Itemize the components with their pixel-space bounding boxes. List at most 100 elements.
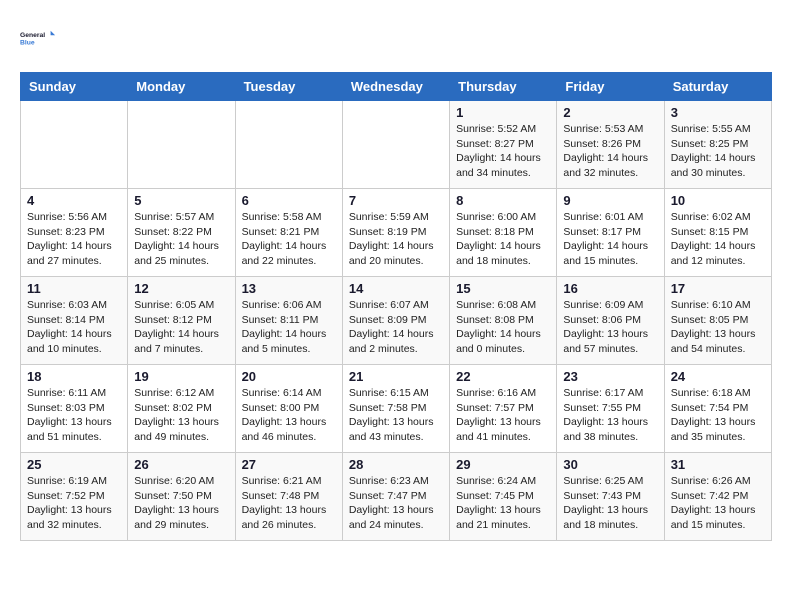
col-header-wednesday: Wednesday <box>342 73 449 101</box>
calendar-table: SundayMondayTuesdayWednesdayThursdayFrid… <box>20 72 772 541</box>
day-cell: 3 Sunrise: 5:55 AMSunset: 8:25 PMDaylight… <box>664 101 771 189</box>
header-row: SundayMondayTuesdayWednesdayThursdayFrid… <box>21 73 772 101</box>
day-cell: 10Sunrise: 6:02 AMSunset: 8:15 PMDayligh… <box>664 189 771 277</box>
day-cell: 15 Sunrise: 6:08 AMSunset: 8:08 PMDayligh… <box>450 277 557 365</box>
day-info: Sunrise: 6:07 AMSunset: 8:09 PMDaylight:… <box>349 298 443 357</box>
col-header-thursday: Thursday <box>450 73 557 101</box>
day-number: 2 <box>563 105 657 120</box>
day-info: Sunrise: 6:01 AMSunset: 8:17 PMDaylight:… <box>563 210 657 269</box>
day-info: Sunrise: 6:10 AMSunset: 8:05 PMDaylight:… <box>671 298 765 357</box>
week-row-5: 25 Sunrise: 6:19 AMSunset: 7:52 PMDayligh… <box>21 453 772 541</box>
day-info: Sunrise: 5:57 AMSunset: 8:22 PMDaylight:… <box>134 210 228 269</box>
day-cell: 5 Sunrise: 5:57 AMSunset: 8:22 PMDaylight… <box>128 189 235 277</box>
logo-icon: GeneralBlue <box>20 20 56 56</box>
day-info: Sunrise: 6:21 AMSunset: 7:48 PMDaylight:… <box>242 474 336 533</box>
svg-text:Blue: Blue <box>20 39 35 46</box>
day-number: 8 <box>456 193 550 208</box>
day-info: Sunrise: 6:05 AMSunset: 8:12 PMDaylight:… <box>134 298 228 357</box>
day-number: 13 <box>242 281 336 296</box>
col-header-friday: Friday <box>557 73 664 101</box>
day-cell: 9 Sunrise: 6:01 AMSunset: 8:17 PMDaylight… <box>557 189 664 277</box>
day-info: Sunrise: 6:03 AMSunset: 8:14 PMDaylight:… <box>27 298 121 357</box>
day-number: 26 <box>134 457 228 472</box>
day-number: 5 <box>134 193 228 208</box>
day-cell: 1Sunrise: 5:52 AMSunset: 8:27 PMDaylight… <box>450 101 557 189</box>
day-number: 4 <box>27 193 121 208</box>
day-cell <box>128 101 235 189</box>
day-number: 11 <box>27 281 121 296</box>
day-info: Sunrise: 5:55 AMSunset: 8:25 PMDaylight:… <box>671 122 765 181</box>
day-number: 24 <box>671 369 765 384</box>
day-number: 17 <box>671 281 765 296</box>
col-header-saturday: Saturday <box>664 73 771 101</box>
day-number: 27 <box>242 457 336 472</box>
day-number: 23 <box>563 369 657 384</box>
day-cell: 27 Sunrise: 6:21 AMSunset: 7:48 PMDayligh… <box>235 453 342 541</box>
day-cell: 13 Sunrise: 6:06 AMSunset: 8:11 PMDayligh… <box>235 277 342 365</box>
day-number: 31 <box>671 457 765 472</box>
day-number: 22 <box>456 369 550 384</box>
logo: GeneralBlue <box>20 20 56 56</box>
day-number: 21 <box>349 369 443 384</box>
day-cell: 11 Sunrise: 6:03 AMSunset: 8:14 PMDayligh… <box>21 277 128 365</box>
day-number: 28 <box>349 457 443 472</box>
day-number: 7 <box>349 193 443 208</box>
day-cell: 19 Sunrise: 6:12 AMSunset: 8:02 PMDayligh… <box>128 365 235 453</box>
day-info: Sunrise: 6:23 AMSunset: 7:47 PMDaylight:… <box>349 474 443 533</box>
day-info: Sunrise: 6:24 AMSunset: 7:45 PMDaylight:… <box>456 474 550 533</box>
col-header-tuesday: Tuesday <box>235 73 342 101</box>
day-cell <box>235 101 342 189</box>
day-number: 15 <box>456 281 550 296</box>
day-cell <box>342 101 449 189</box>
day-number: 10 <box>671 193 765 208</box>
day-cell: 28 Sunrise: 6:23 AMSunset: 7:47 PMDayligh… <box>342 453 449 541</box>
day-cell: 22Sunrise: 6:16 AMSunset: 7:57 PMDayligh… <box>450 365 557 453</box>
day-cell: 14 Sunrise: 6:07 AMSunset: 8:09 PMDayligh… <box>342 277 449 365</box>
day-cell: 12 Sunrise: 6:05 AMSunset: 8:12 PMDayligh… <box>128 277 235 365</box>
day-info: Sunrise: 6:06 AMSunset: 8:11 PMDaylight:… <box>242 298 336 357</box>
day-info: Sunrise: 6:09 AMSunset: 8:06 PMDaylight:… <box>563 298 657 357</box>
day-number: 3 <box>671 105 765 120</box>
day-cell: 31 Sunrise: 6:26 AMSunset: 7:42 PMDayligh… <box>664 453 771 541</box>
day-info: Sunrise: 6:26 AMSunset: 7:42 PMDaylight:… <box>671 474 765 533</box>
day-info: Sunrise: 5:52 AMSunset: 8:27 PMDaylight:… <box>456 122 550 181</box>
day-info: Sunrise: 6:12 AMSunset: 8:02 PMDaylight:… <box>134 386 228 445</box>
day-cell: 8 Sunrise: 6:00 AMSunset: 8:18 PMDaylight… <box>450 189 557 277</box>
day-info: Sunrise: 6:19 AMSunset: 7:52 PMDaylight:… <box>27 474 121 533</box>
page-header: GeneralBlue <box>20 20 772 56</box>
day-cell: 21Sunrise: 6:15 AMSunset: 7:58 PMDayligh… <box>342 365 449 453</box>
day-info: Sunrise: 6:20 AMSunset: 7:50 PMDaylight:… <box>134 474 228 533</box>
day-cell: 24Sunrise: 6:18 AMSunset: 7:54 PMDayligh… <box>664 365 771 453</box>
svg-text:General: General <box>20 32 45 39</box>
day-number: 19 <box>134 369 228 384</box>
day-number: 16 <box>563 281 657 296</box>
day-cell: 26 Sunrise: 6:20 AMSunset: 7:50 PMDayligh… <box>128 453 235 541</box>
day-number: 6 <box>242 193 336 208</box>
day-number: 20 <box>242 369 336 384</box>
day-number: 29 <box>456 457 550 472</box>
day-info: Sunrise: 6:00 AMSunset: 8:18 PMDaylight:… <box>456 210 550 269</box>
day-number: 18 <box>27 369 121 384</box>
week-row-2: 4 Sunrise: 5:56 AMSunset: 8:23 PMDaylight… <box>21 189 772 277</box>
day-number: 30 <box>563 457 657 472</box>
day-info: Sunrise: 5:56 AMSunset: 8:23 PMDaylight:… <box>27 210 121 269</box>
day-number: 25 <box>27 457 121 472</box>
day-info: Sunrise: 5:58 AMSunset: 8:21 PMDaylight:… <box>242 210 336 269</box>
day-number: 14 <box>349 281 443 296</box>
day-cell: 2 Sunrise: 5:53 AMSunset: 8:26 PMDaylight… <box>557 101 664 189</box>
day-cell: 6 Sunrise: 5:58 AMSunset: 8:21 PMDaylight… <box>235 189 342 277</box>
day-cell: 17 Sunrise: 6:10 AMSunset: 8:05 PMDayligh… <box>664 277 771 365</box>
week-row-4: 18Sunrise: 6:11 AMSunset: 8:03 PMDayligh… <box>21 365 772 453</box>
col-header-sunday: Sunday <box>21 73 128 101</box>
week-row-1: 1Sunrise: 5:52 AMSunset: 8:27 PMDaylight… <box>21 101 772 189</box>
day-info: Sunrise: 6:08 AMSunset: 8:08 PMDaylight:… <box>456 298 550 357</box>
day-number: 12 <box>134 281 228 296</box>
day-info: Sunrise: 5:59 AMSunset: 8:19 PMDaylight:… <box>349 210 443 269</box>
week-row-3: 11 Sunrise: 6:03 AMSunset: 8:14 PMDayligh… <box>21 277 772 365</box>
day-number: 9 <box>563 193 657 208</box>
day-cell: 18Sunrise: 6:11 AMSunset: 8:03 PMDayligh… <box>21 365 128 453</box>
day-cell: 25 Sunrise: 6:19 AMSunset: 7:52 PMDayligh… <box>21 453 128 541</box>
day-info: Sunrise: 5:53 AMSunset: 8:26 PMDaylight:… <box>563 122 657 181</box>
day-info: Sunrise: 6:14 AMSunset: 8:00 PMDaylight:… <box>242 386 336 445</box>
day-cell: 4 Sunrise: 5:56 AMSunset: 8:23 PMDaylight… <box>21 189 128 277</box>
